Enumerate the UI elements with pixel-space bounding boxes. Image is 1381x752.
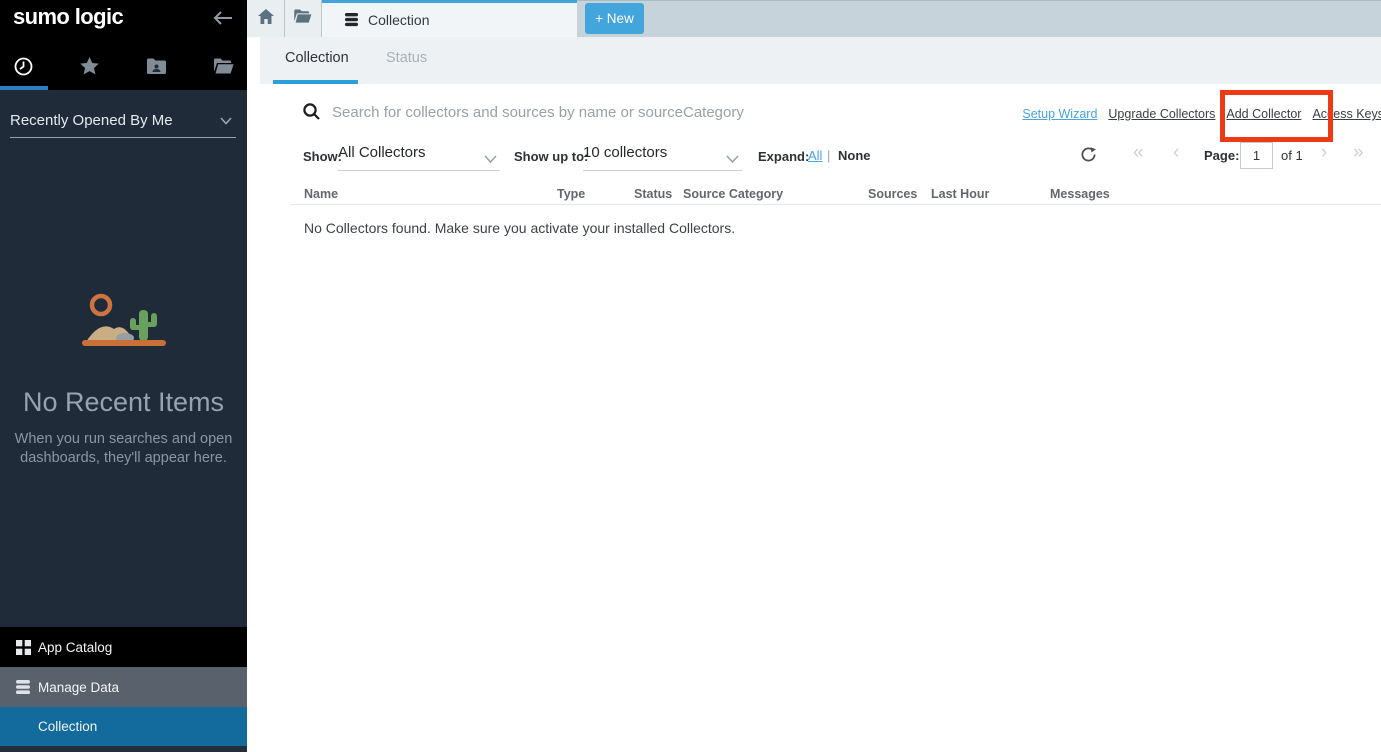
show-filter-label: Show: <box>303 149 342 164</box>
sidebar-item-app-catalog[interactable]: App Catalog <box>0 627 247 667</box>
next-page-icon[interactable]: › <box>1321 141 1327 165</box>
sidebar-empty-state: No Recent Items When you run searches an… <box>0 288 247 468</box>
app-window: sumo logic Recently Opened By Me <box>0 0 1381 752</box>
collapse-sidebar-icon[interactable] <box>213 10 233 31</box>
table-header-divider <box>290 204 1381 205</box>
sidebar-header: sumo logic <box>0 0 247 90</box>
column-header-type: Type <box>557 187 585 201</box>
page-count-label: of 1 <box>1281 148 1303 163</box>
home-icon <box>258 9 274 29</box>
sidebar-item-collection[interactable]: Collection <box>0 707 247 746</box>
new-button[interactable]: + New <box>585 3 644 34</box>
open-folder-icon <box>294 9 312 28</box>
page-number-input[interactable] <box>1240 142 1273 169</box>
sidebar-bottom-strip <box>0 746 247 752</box>
database-icon <box>344 13 359 27</box>
tab-collection-document[interactable]: Collection <box>322 0 577 37</box>
recent-icon[interactable] <box>3 50 43 82</box>
first-page-icon[interactable]: « <box>1133 141 1144 165</box>
sidebar-bottom-nav: App Catalog Manage Data Collection <box>0 627 247 746</box>
sidebar-item-label: App Catalog <box>38 640 112 655</box>
page-label: Page: <box>1204 148 1239 163</box>
setup-wizard-link[interactable]: Setup Wizard <box>1022 107 1097 121</box>
search-icon <box>303 103 320 125</box>
column-header-source-category: Source Category <box>683 187 783 201</box>
app-grid-icon <box>14 638 32 656</box>
expand-label: Expand: <box>758 149 809 164</box>
upgrade-collectors-link[interactable]: Upgrade Collectors <box>1108 107 1215 121</box>
last-page-icon[interactable]: » <box>1353 141 1364 165</box>
column-header-sources: Sources <box>868 187 917 201</box>
column-header-name: Name <box>304 187 338 201</box>
desert-illustration <box>78 288 170 360</box>
column-header-last-hour: Last Hour <box>931 187 989 201</box>
no-recent-items-title: No Recent Items <box>0 387 247 418</box>
sidebar-item-manage-data[interactable]: Manage Data <box>0 667 247 707</box>
tab-title: Collection <box>368 12 429 28</box>
library-button[interactable] <box>285 0 322 37</box>
limit-filter-dropdown[interactable]: 10 collectors <box>583 144 742 171</box>
active-tab-indicator <box>0 86 48 90</box>
previous-page-icon[interactable]: ‹ <box>1173 141 1179 165</box>
limit-filter-label: Show up to: <box>514 149 588 164</box>
database-icon <box>14 678 32 696</box>
personal-folder-icon[interactable] <box>136 50 176 82</box>
tab-status[interactable]: Status <box>386 50 427 66</box>
add-collector-link[interactable]: Add Collector <box>1226 107 1301 121</box>
collection-tabstrip: Collection Status <box>260 37 1381 84</box>
tab-collection[interactable]: Collection <box>285 50 349 66</box>
sidebar-item-label: Collection <box>38 719 97 734</box>
sidebar: sumo logic Recently Opened By Me <box>0 0 247 752</box>
chevron-down-icon <box>726 151 739 168</box>
access-keys-link[interactable]: Access Keys <box>1312 107 1381 121</box>
chevron-down-icon <box>220 112 232 129</box>
expand-none-link[interactable]: None <box>838 148 871 163</box>
column-header-status: Status <box>634 187 672 201</box>
sidebar-item-label: Manage Data <box>38 680 119 695</box>
refresh-icon[interactable] <box>1080 146 1097 168</box>
recently-opened-dropdown[interactable]: Recently Opened By Me <box>10 104 236 138</box>
home-button[interactable] <box>247 0 285 37</box>
library-folder-icon[interactable] <box>204 50 244 82</box>
sumo-logic-logo: sumo logic <box>13 4 123 30</box>
quick-links: Setup Wizard Upgrade Collectors Add Coll… <box>1022 107 1381 121</box>
limit-filter-value: 10 collectors <box>583 144 667 161</box>
empty-collectors-message: No Collectors found. Make sure you activ… <box>304 220 735 236</box>
show-filter-dropdown[interactable]: All Collectors <box>338 144 500 171</box>
column-header-messages: Messages <box>1050 187 1110 201</box>
recently-opened-label: Recently Opened By Me <box>10 112 173 129</box>
expand-divider: | <box>827 148 830 163</box>
expand-all-link[interactable]: All <box>808 148 822 163</box>
top-tab-bar: Collection + New <box>247 0 1381 37</box>
favorites-star-icon[interactable] <box>69 50 109 82</box>
search-input[interactable] <box>332 99 942 125</box>
no-recent-items-subtitle: When you run searches and open dashboard… <box>8 430 240 468</box>
show-filter-value: All Collectors <box>338 144 426 161</box>
chevron-down-icon <box>484 151 497 168</box>
main-content: Collection Status Setup Wizard Upgrade C… <box>247 37 1381 752</box>
active-tab-underline <box>273 80 358 84</box>
